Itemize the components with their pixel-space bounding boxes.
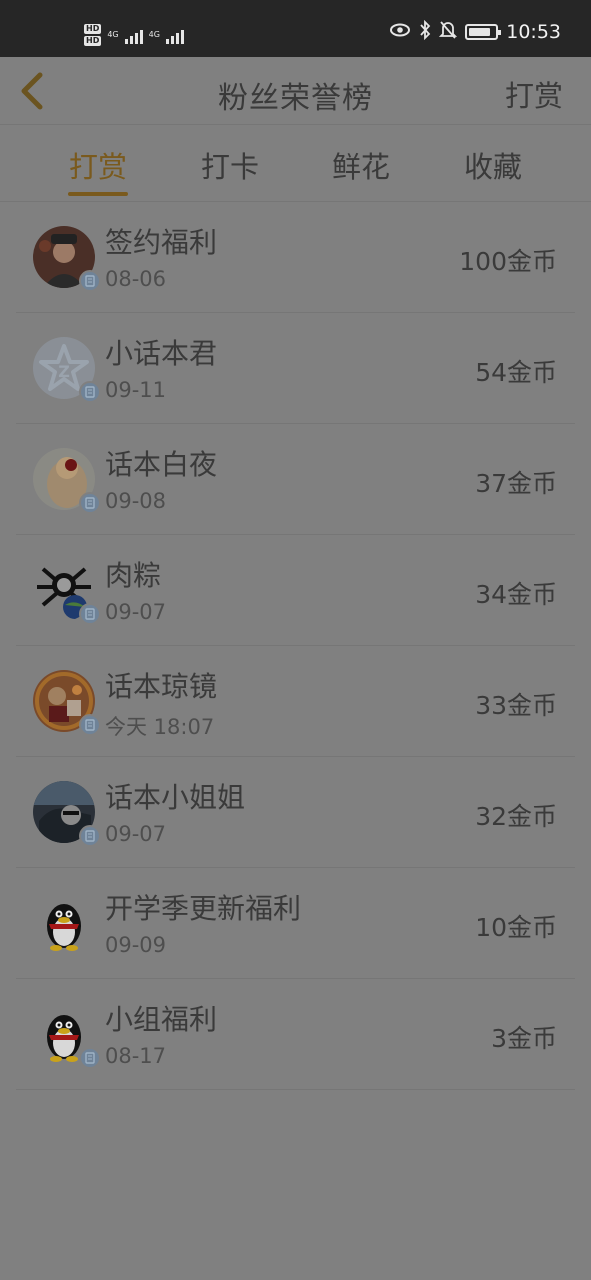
list-item[interactable]: 小组福利 08-17 3金币 [16, 979, 575, 1090]
user-name: 小话本君 [105, 337, 218, 370]
book-badge-icon [79, 270, 101, 292]
list-item[interactable]: Z 小话本君 09-11 54金币 [16, 313, 575, 424]
status-right: 10:53 [389, 19, 561, 44]
avatar [33, 670, 101, 736]
reward-amount: 34金币 [475, 580, 557, 609]
tab-bar: 打赏 打卡 鲜花 收藏 [0, 126, 591, 202]
user-name: 签约福利 [105, 226, 218, 259]
avatar [33, 1003, 101, 1069]
book-badge-icon [79, 603, 101, 625]
status-left: HD HD 4G 4G [84, 17, 184, 53]
tab-reward[interactable]: 打赏 [48, 144, 148, 186]
battery-icon [465, 24, 502, 40]
tab-favorites[interactable]: 收藏 [443, 144, 543, 186]
user-name: 肉粽 [105, 559, 162, 592]
avatar [33, 226, 101, 292]
hd-icon: HD [84, 36, 102, 46]
book-badge-icon [79, 492, 101, 514]
book-badge-icon [79, 825, 101, 847]
list-item[interactable]: 话本小姐姐 09-07 32金币 [16, 757, 575, 868]
list-item[interactable]: 签约福利 08-06 100金币 [16, 202, 575, 313]
reward-amount: 100金币 [459, 247, 557, 276]
reward-date: 08-06 [105, 267, 167, 291]
tab-flowers[interactable]: 鲜花 [311, 144, 411, 186]
network-type-label: 4G [107, 30, 119, 39]
network-type-label: 4G [148, 30, 160, 39]
reward-button[interactable]: 打赏 [505, 73, 563, 115]
page-title: 粉丝荣誉榜 [218, 81, 373, 116]
list-item[interactable]: 开学季更新福利 09-09 10金币 [16, 868, 575, 979]
list-item[interactable]: 肉粽 09-07 34金币 [16, 535, 575, 646]
signal-icon [165, 26, 184, 44]
reward-amount: 10金币 [475, 913, 557, 942]
user-name: 开学季更新福利 [105, 892, 302, 925]
list-item[interactable]: 话本白夜 09-08 37金币 [16, 424, 575, 535]
hd-icon: HD [84, 24, 102, 34]
reward-date: 09-09 [105, 933, 167, 957]
user-name: 话本白夜 [105, 448, 218, 481]
reward-amount: 37金币 [475, 469, 557, 498]
battery-fill [469, 28, 491, 36]
book-badge-icon [79, 714, 101, 736]
clock: 10:53 [506, 21, 561, 43]
eye-icon [389, 22, 411, 42]
signal-icon [124, 26, 143, 44]
tab-checkin[interactable]: 打卡 [180, 144, 280, 186]
book-badge-icon [79, 381, 101, 403]
user-name: 小组福利 [105, 1003, 218, 1036]
avatar [33, 448, 101, 514]
reward-date: 08-17 [105, 1044, 167, 1068]
avatar [33, 892, 95, 954]
top-bar: 粉丝荣誉榜 打赏 [0, 57, 591, 125]
reward-date: 09-07 [105, 822, 167, 846]
penguin-avatar-icon [33, 892, 95, 954]
avatar [33, 559, 101, 625]
mute-bell-icon [439, 20, 458, 44]
reward-date: 今天 18:07 [105, 715, 215, 739]
reward-date: 09-08 [105, 489, 167, 513]
user-name: 话本琼镜 [105, 670, 218, 703]
reward-amount: 33金币 [475, 691, 557, 720]
user-name: 话本小姐姐 [105, 781, 246, 814]
svg-text:Z: Z [58, 362, 70, 381]
status-bar: HD HD 4G 4G 10:53 [0, 0, 591, 57]
avatar: Z [33, 337, 101, 403]
honor-list: 签约福利 08-06 100金币 Z 小话本君 09-11 54金币 话本白夜 … [16, 202, 575, 1090]
reward-date: 09-11 [105, 378, 167, 402]
bluetooth-icon [419, 19, 431, 44]
list-item[interactable]: 话本琼镜 今天 18:07 33金币 [16, 646, 575, 757]
hd-indicators: HD HD [84, 24, 102, 46]
reward-amount: 32金币 [475, 802, 557, 831]
reward-amount: 3金币 [491, 1024, 557, 1053]
active-tab-indicator [68, 192, 128, 196]
book-badge-icon [79, 1047, 101, 1069]
reward-date: 09-07 [105, 600, 167, 624]
reward-amount: 54金币 [475, 358, 557, 387]
avatar [33, 781, 101, 847]
